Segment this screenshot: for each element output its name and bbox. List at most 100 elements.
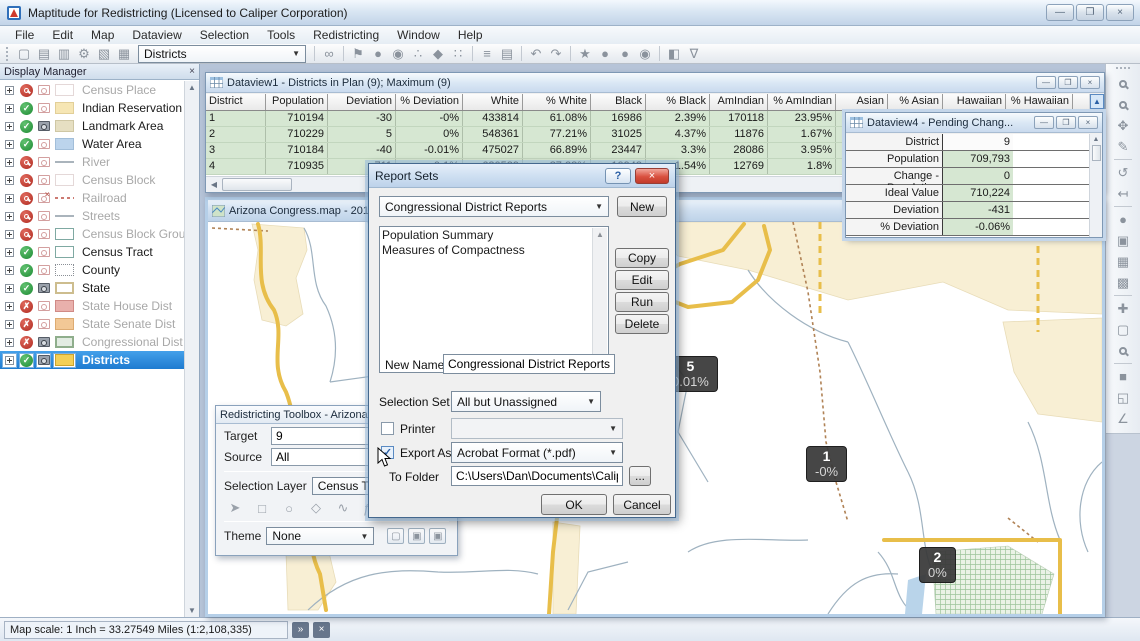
- find-label-icon[interactable]: [1111, 340, 1135, 361]
- pointer-select-icon[interactable]: ◧: [664, 45, 684, 63]
- layer-row-water-area[interactable]: ✓Water Area: [0, 135, 184, 153]
- layer-label-settings-icon[interactable]: [38, 211, 50, 221]
- settings-gears-icon[interactable]: ⚙: [74, 45, 94, 63]
- layer-scale-hidden-icon[interactable]: [20, 210, 33, 223]
- pending-row-ideal-value[interactable]: Ideal Value710,224: [846, 185, 1089, 202]
- dv1-col-asian[interactable]: Asian: [836, 94, 888, 110]
- layer-style-swatch[interactable]: [55, 264, 74, 276]
- scroll-up-icon[interactable]: ▲: [1090, 94, 1104, 109]
- expand-icon[interactable]: [5, 212, 14, 221]
- layer-style-swatch[interactable]: [55, 174, 74, 186]
- open-folder-icon[interactable]: ▤: [34, 45, 54, 63]
- dv1-col-population[interactable]: Population: [266, 94, 328, 110]
- scroll-up-icon[interactable]: ▲: [1093, 136, 1100, 143]
- layer-style-swatch[interactable]: [55, 84, 74, 96]
- layers-icon[interactable]: ≡: [477, 45, 497, 63]
- report-item[interactable]: Measures of Compactness: [382, 243, 606, 258]
- report-doc-icon[interactable]: ▢: [387, 528, 404, 544]
- layer-label-settings-icon[interactable]: [38, 355, 50, 365]
- district-solid-icon[interactable]: ●: [368, 45, 388, 63]
- pending-row-deviation[interactable]: Deviation-431: [846, 202, 1089, 219]
- layer-scale-hidden-icon[interactable]: [20, 174, 33, 187]
- layer-label-settings-icon[interactable]: [38, 139, 50, 149]
- layer-style-swatch[interactable]: [55, 246, 74, 258]
- maximize-button[interactable]: ❐: [1058, 76, 1078, 89]
- layer-style-swatch[interactable]: [55, 336, 74, 348]
- dataview4-scrollbar[interactable]: ▲: [1089, 134, 1102, 237]
- printer-checkbox[interactable]: [381, 422, 394, 435]
- minimize-button[interactable]: —: [1046, 4, 1074, 21]
- expand-icon[interactable]: [5, 104, 14, 113]
- selection-set-combo[interactable]: All but Unassigned▼: [451, 391, 601, 412]
- copy-map-icon[interactable]: ▣: [1111, 230, 1135, 251]
- info-window-icon[interactable]: ▤: [497, 45, 517, 63]
- menu-edit[interactable]: Edit: [43, 28, 82, 42]
- menu-window[interactable]: Window: [388, 28, 449, 42]
- layer-style-swatch[interactable]: [55, 354, 74, 366]
- redo-icon[interactable]: ↷: [546, 45, 566, 63]
- report-set-combo[interactable]: Congressional District Reports▼: [379, 196, 609, 217]
- dv1-col-white[interactable]: White: [463, 94, 523, 110]
- circle-tool-icon[interactable]: ●: [1111, 209, 1135, 230]
- scroll-left-icon[interactable]: ◀: [206, 177, 222, 192]
- dataview4-titlebar[interactable]: Dataview4 - Pending Chang... — ❐ ×: [846, 113, 1102, 133]
- new-button[interactable]: New: [617, 196, 667, 217]
- pending-row-district[interactable]: District9: [846, 134, 1089, 151]
- save-icon[interactable]: ▥: [54, 45, 74, 63]
- hscroll-thumb[interactable]: [222, 178, 292, 191]
- minimize-button[interactable]: —: [1034, 116, 1054, 129]
- layer-visible-icon[interactable]: ✓: [20, 102, 33, 115]
- dv1-col-district[interactable]: District: [206, 94, 266, 110]
- layer-label-settings-icon[interactable]: [38, 283, 50, 293]
- layer-row-census-block-grou[interactable]: Census Block Grou: [0, 225, 184, 243]
- pending-row--deviation[interactable]: % Deviation-0.06%: [846, 219, 1089, 236]
- layer-row-streets[interactable]: Streets: [0, 207, 184, 225]
- scroll-up-icon[interactable]: ▲: [188, 83, 196, 92]
- pan-hand-icon[interactable]: ✥: [1111, 115, 1135, 136]
- minimize-button[interactable]: —: [1036, 76, 1056, 89]
- grab-district-icon[interactable]: ◉: [635, 45, 655, 63]
- new-file-icon[interactable]: ▢: [14, 45, 34, 63]
- layer-row-census-block[interactable]: Census Block: [0, 171, 184, 189]
- expand-icon[interactable]: [5, 194, 14, 203]
- layer-row-districts[interactable]: ✓Districts: [0, 351, 184, 369]
- expand-icon[interactable]: [5, 302, 14, 311]
- layer-scale-hidden-icon[interactable]: [20, 228, 33, 241]
- export-format-combo[interactable]: Acrobat Format (*.pdf)▼: [451, 442, 623, 463]
- expand-icon[interactable]: [5, 266, 14, 275]
- dv1-col--white[interactable]: % White: [523, 94, 591, 110]
- feather-edit-icon[interactable]: ✎: [1111, 136, 1135, 157]
- resize-window-icon[interactable]: ◱: [1111, 387, 1135, 408]
- layer-label-settings-icon[interactable]: [38, 193, 50, 203]
- report-doc2-icon[interactable]: ▣: [408, 528, 425, 544]
- dv1-col-black[interactable]: Black: [591, 94, 646, 110]
- zoom-out-icon[interactable]: [1111, 94, 1135, 115]
- layer-style-swatch[interactable]: [55, 210, 74, 222]
- scroll-up-icon[interactable]: ▲: [596, 230, 604, 239]
- dv1-col--black[interactable]: % Black: [646, 94, 710, 110]
- layer-style-swatch[interactable]: [55, 300, 74, 312]
- dot-density-icon[interactable]: ∷: [448, 45, 468, 63]
- scroll-thumb[interactable]: [1092, 145, 1101, 161]
- pushpin-icon[interactable]: ★: [575, 45, 595, 63]
- layer-row-congressional-dist[interactable]: ✗Congressional Dist: [0, 333, 184, 351]
- layer-scale-hidden-icon[interactable]: [20, 84, 33, 97]
- layer-style-swatch[interactable]: [55, 138, 74, 150]
- dv1-col-amindian[interactable]: AmIndian: [710, 94, 768, 110]
- layer-style-swatch[interactable]: [55, 228, 74, 240]
- close-button[interactable]: ×: [1080, 76, 1100, 89]
- maximize-button[interactable]: ❐: [1076, 4, 1104, 21]
- layer-label-settings-icon[interactable]: [38, 157, 50, 167]
- close-button[interactable]: ×: [1106, 4, 1134, 21]
- add-label-icon[interactable]: ✚: [1111, 298, 1135, 319]
- layer-label-settings-icon[interactable]: [38, 175, 50, 185]
- layer-label-settings-icon[interactable]: [38, 121, 50, 131]
- paint-district-icon[interactable]: ◆: [428, 45, 448, 63]
- print-icon[interactable]: ▦: [114, 45, 134, 63]
- layer-label-settings-icon[interactable]: [38, 247, 50, 257]
- duplicate-icon[interactable]: ▧: [94, 45, 114, 63]
- menu-tools[interactable]: Tools: [258, 28, 304, 42]
- expand-icon[interactable]: [5, 86, 14, 95]
- report-sets-dialog[interactable]: Report Sets ? × Congressional District R…: [368, 163, 676, 518]
- layer-label-settings-icon[interactable]: [38, 265, 50, 275]
